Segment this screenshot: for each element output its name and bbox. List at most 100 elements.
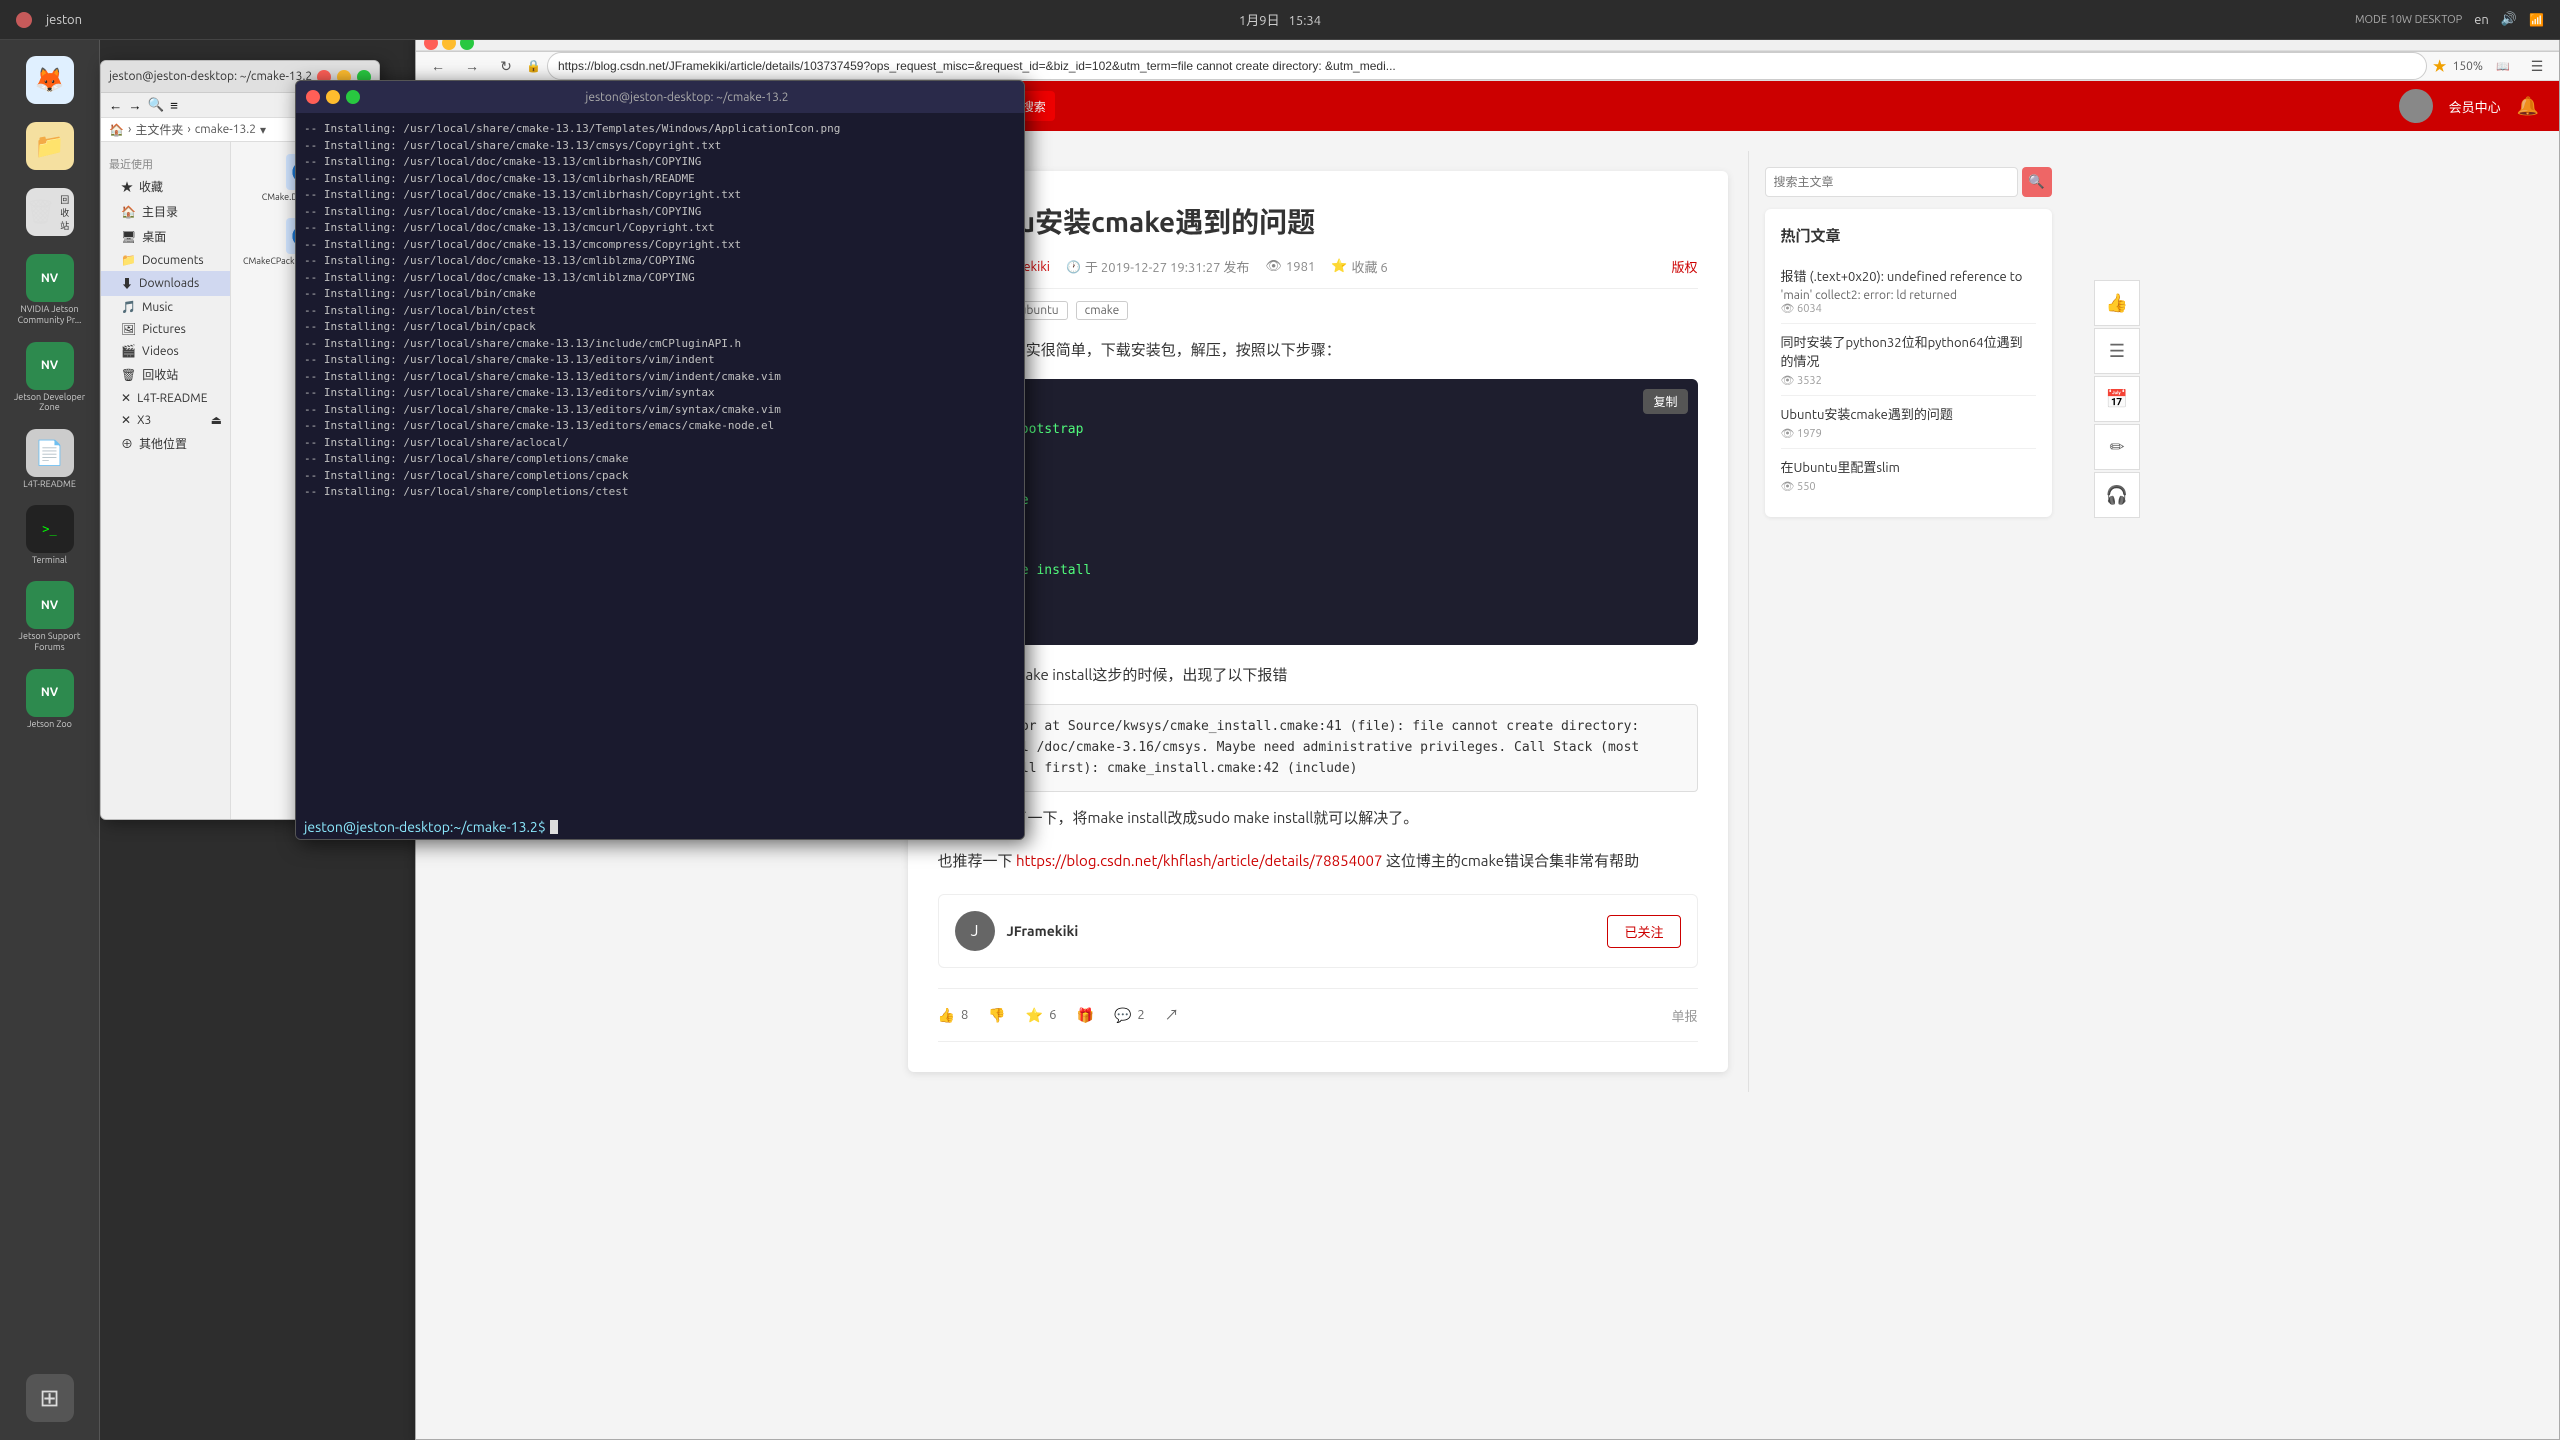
- fm-search-btn[interactable]: 🔍: [148, 97, 165, 113]
- hot-item-3[interactable]: Ubuntu安装cmake遇到的问题 👁 1979: [1781, 396, 2036, 449]
- dock-item-nvidia-jetson[interactable]: NV NVIDIA Jetson Community Pr...: [7, 248, 93, 332]
- fm-item-x3[interactable]: ✕ X3 ⏏: [101, 409, 230, 431]
- fm-fwd-btn[interactable]: →: [128, 98, 141, 113]
- author-name[interactable]: JFramekiki: [1007, 923, 1079, 939]
- fm-menu-btn[interactable]: ≡: [170, 98, 178, 113]
- hot-item-2[interactable]: 同时安装了python32位和python64位遇到的情况 👁 3532: [1781, 324, 2036, 396]
- taskbar-right: MODE 10W DESKTOP en 🔊 📶: [2355, 12, 2560, 27]
- fm-item-documents[interactable]: 📁 Documents: [101, 249, 230, 271]
- fm-back-btn[interactable]: ←: [109, 98, 122, 113]
- dock-item-trash[interactable]: 🗑 回收站: [7, 182, 93, 244]
- article-search-input[interactable]: [1765, 167, 2018, 197]
- desktop-mode: MODE 10W DESKTOP: [2355, 14, 2462, 26]
- collect-count: 6: [1049, 1008, 1056, 1022]
- music-icon: 🎵: [121, 300, 136, 314]
- hot-item-4[interactable]: 在Ubuntu里配置slim 👁 550: [1781, 449, 2036, 501]
- date-text: 于 2019-12-27 19:31:27 发布: [1085, 257, 1250, 276]
- fm-folder-crumb[interactable]: 主文件夹: [135, 121, 183, 138]
- floater-likes[interactable]: 👍: [2094, 280, 2140, 326]
- comment-count: 2: [1137, 1008, 1144, 1022]
- fm-item-pictures[interactable]: 🖼 Pictures: [101, 318, 230, 340]
- terminal-input-line: jeston@jeston-desktop:~/cmake-13.2 $: [296, 815, 1024, 839]
- report-link[interactable]: 单报: [1671, 1006, 1697, 1025]
- l4t-sidebar-icon: ✕: [121, 391, 131, 405]
- terminal-body[interactable]: -- Installing: /usr/local/share/cmake-13…: [296, 113, 1024, 815]
- fm-item-bookmarks[interactable]: ★ 收藏: [101, 174, 230, 199]
- fm-item-music[interactable]: 🎵 Music: [101, 296, 230, 318]
- author-avatar: J: [955, 911, 995, 951]
- dock-item-zoo[interactable]: NV Jetson Zoo: [7, 663, 93, 735]
- dock-item-forums[interactable]: NV Jetson Support Forums: [7, 575, 93, 659]
- term-line-13: -- Installing: /usr/local/bin/cpack: [304, 319, 1016, 336]
- dock-item-terminal[interactable]: >_ Terminal: [7, 499, 93, 571]
- term-line-2: -- Installing: /usr/local/share/cmake-13…: [304, 138, 1016, 155]
- collections-text: 收藏 6: [1351, 257, 1387, 276]
- tag-cmake[interactable]: cmake: [1076, 301, 1129, 320]
- taskbar-vol[interactable]: 🔊: [2501, 12, 2517, 27]
- like-btn[interactable]: 👍 8: [938, 1007, 969, 1024]
- reader-view-btn[interactable]: 📖: [2489, 52, 2517, 80]
- floater-audio[interactable]: 🎧: [2094, 472, 2140, 518]
- activities-button[interactable]: [10, 6, 38, 34]
- comment-btn[interactable]: 💬 2: [1114, 1007, 1145, 1024]
- csdn-avatar[interactable]: [2399, 89, 2433, 123]
- member-center-btn[interactable]: 会员中心: [2449, 97, 2501, 116]
- bookmark-star[interactable]: ★: [2433, 56, 2447, 76]
- sidebar-toggle-btn[interactable]: ☰: [2523, 52, 2551, 80]
- fm-item-desktop[interactable]: 🖥 桌面: [101, 224, 230, 249]
- fm-crumb-dropdown[interactable]: ▾: [260, 123, 266, 137]
- eject-icon[interactable]: ⏏: [211, 413, 222, 427]
- term-max-btn[interactable]: [346, 90, 360, 104]
- zoo-icon: NV: [41, 686, 58, 699]
- gift-btn[interactable]: 🎁: [1077, 1007, 1094, 1024]
- taskbar-wifi[interactable]: 📶: [2529, 13, 2544, 27]
- term-close-btn[interactable]: [306, 90, 320, 104]
- desktop-icon: 🖥: [121, 230, 136, 244]
- documents-icon: 📁: [121, 253, 136, 267]
- floater-calendar[interactable]: 📅: [2094, 376, 2140, 422]
- devzone-icon: NV: [41, 359, 58, 372]
- fm-item-other[interactable]: ⊕ 其他位置: [101, 431, 230, 456]
- dock-item-l4t[interactable]: 📄 L4T-README: [7, 423, 93, 495]
- fm-home-crumb[interactable]: 🏠: [109, 123, 124, 137]
- taskbar-lang: en: [2474, 13, 2489, 27]
- term-min-btn[interactable]: [326, 90, 340, 104]
- reload-btn[interactable]: ↻: [492, 52, 520, 80]
- floater-edit[interactable]: ✏: [2094, 424, 2140, 470]
- fm-item-videos[interactable]: 🎬 Videos: [101, 340, 230, 362]
- videos-icon: 🎬: [121, 344, 136, 358]
- csdn-article-area: Ubuntu安装cmake遇到的问题 原创 JFramekiki 🕐 于 201…: [888, 131, 2088, 1112]
- dock-item-apps[interactable]: ⊞: [7, 1368, 93, 1430]
- dock-item-firefox[interactable]: 🦊: [7, 50, 93, 112]
- forward-btn[interactable]: →: [458, 52, 486, 80]
- floater-collect[interactable]: ☰: [2094, 328, 2140, 374]
- eye-icon: 👁: [1265, 259, 1282, 274]
- follow-btn[interactable]: 已关注: [1607, 915, 1680, 948]
- dock-item-files[interactable]: 📁: [7, 116, 93, 178]
- nvidia-icon: NV: [41, 272, 58, 285]
- version-link[interactable]: 版权: [1671, 257, 1697, 276]
- dislike-btn[interactable]: 👎: [988, 1007, 1005, 1024]
- hot-item-1-title: 报错 (.text+0x20): undefined reference to: [1781, 266, 2036, 285]
- code-line-3: 3 $make install: [954, 559, 1682, 582]
- share-btn[interactable]: ↗: [1165, 1005, 1179, 1025]
- dock-item-dev-zone[interactable]: NV Jetson Developer Zone: [7, 336, 93, 420]
- code-copy-btn[interactable]: 复制: [1643, 389, 1687, 414]
- fm-item-home[interactable]: 🏠 主目录: [101, 199, 230, 224]
- fm-title-text: jeston@jeston-desktop: ~/cmake-13.2: [109, 70, 312, 83]
- hot-item-3-views: 👁 1979: [1781, 427, 2036, 440]
- like-icon: 👍: [938, 1007, 955, 1024]
- term-line-16: -- Installing: /usr/local/share/cmake-13…: [304, 369, 1016, 386]
- url-bar[interactable]: [547, 52, 2427, 80]
- recommend-link[interactable]: https://blog.csdn.net/khflash/article/de…: [1016, 852, 1382, 869]
- list-icon: ☰: [2109, 341, 2125, 362]
- fm-item-downloads[interactable]: ⬇ Downloads: [101, 271, 230, 296]
- fm-item-trash[interactable]: 🗑 回收站: [101, 362, 230, 387]
- article-search-btn[interactable]: 🔍: [2022, 167, 2052, 197]
- term-line-7: -- Installing: /usr/local/doc/cmake-13.1…: [304, 220, 1016, 237]
- fm-item-l4t[interactable]: ✕ L4T-README: [101, 387, 230, 409]
- back-btn[interactable]: ←: [424, 52, 452, 80]
- security-icon: 🔒: [526, 59, 541, 73]
- hot-item-1[interactable]: 报错 (.text+0x20): undefined reference to …: [1781, 258, 2036, 324]
- collect-btn[interactable]: ⭐ 6: [1026, 1007, 1057, 1024]
